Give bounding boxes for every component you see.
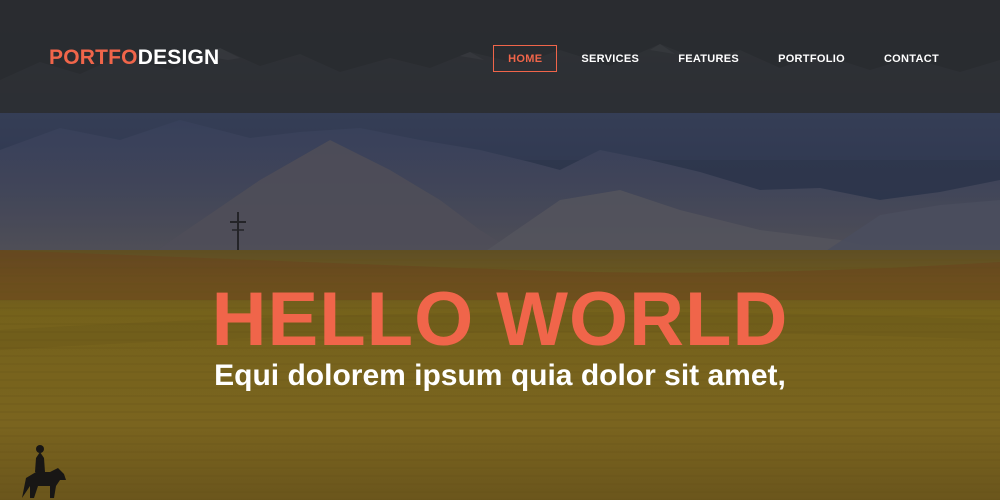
nav-contact[interactable]: CONTACT <box>869 45 954 72</box>
nav-features[interactable]: FEATURES <box>663 45 754 72</box>
hero-section: PORTFODESIGN HOME SERVICES FEATURES PORT… <box>0 0 1000 500</box>
nav-home[interactable]: HOME <box>493 45 558 72</box>
hero-subtitle: Equi dolorem ipsum quia dolor sit amet, <box>214 359 786 392</box>
nav-portfolio[interactable]: PORTFOLIO <box>763 45 860 72</box>
hero-title: HELLO WORLD <box>211 277 789 362</box>
brand-logo-rest: DESIGN <box>137 46 220 69</box>
brand-logo[interactable]: PORTFODESIGN <box>49 45 219 71</box>
main-nav: HOME SERVICES FEATURES PORTFOLIO CONTACT <box>484 45 954 72</box>
nav-services[interactable]: SERVICES <box>566 45 654 72</box>
brand-logo-accent: PORTFO <box>49 46 138 69</box>
top-navbar: PORTFODESIGN HOME SERVICES FEATURES PORT… <box>0 0 1000 113</box>
